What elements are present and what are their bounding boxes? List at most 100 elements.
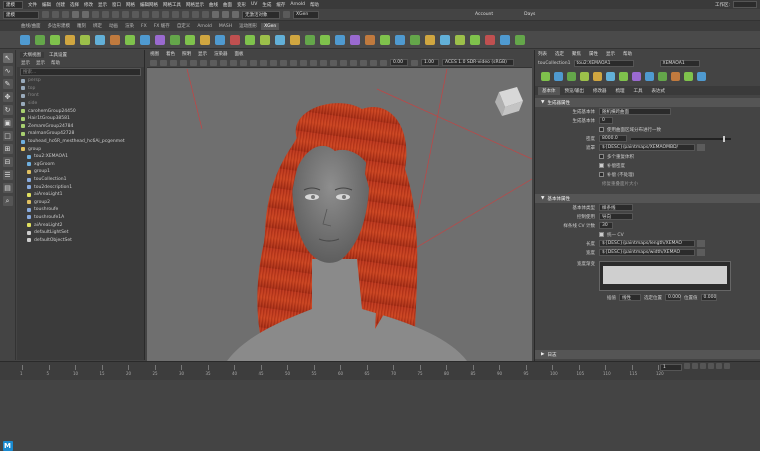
interp-dropdown[interactable]: 线性: [619, 294, 641, 301]
xgen-tool-icon[interactable]: [170, 34, 180, 45]
mode-dropdown[interactable]: 建模: [3, 10, 39, 19]
shelf-tab[interactable]: MASH: [215, 22, 236, 30]
outliner-item[interactable]: carohemGroup24450: [17, 107, 144, 115]
snap-curve-icon[interactable]: [172, 11, 179, 18]
xgen-tool-icon[interactable]: [290, 34, 300, 45]
xgen-tool-icon[interactable]: [20, 34, 30, 45]
single-view-icon[interactable]: □: [2, 131, 13, 141]
attr-menu-attributes[interactable]: 属性: [589, 51, 598, 57]
resolution-gate-icon[interactable]: [210, 59, 217, 66]
menu-item[interactable]: 编辑: [42, 2, 51, 8]
xray-components-icon[interactable]: [380, 59, 387, 66]
xgen-tool-icon[interactable]: [215, 34, 225, 45]
gamma-icon[interactable]: [411, 59, 418, 66]
scale-tool-icon[interactable]: ▣: [2, 118, 13, 128]
attr-menu-show[interactable]: 显示: [606, 51, 615, 57]
xgen-editor-icon[interactable]: [658, 71, 667, 81]
viewport-3d[interactable]: 视图 着色 照明 显示 渲染器 面板 0.00 1.00 ACES 1.0 SD…: [147, 50, 532, 361]
shelf-tab[interactable]: 绑定: [90, 22, 106, 30]
mode-selector[interactable]: 建模: [3, 0, 23, 9]
outliner-item[interactable]: ZemamGroup24784: [17, 123, 144, 131]
xgen-tool-icon[interactable]: [230, 34, 240, 45]
menu-item[interactable]: 缓存: [276, 2, 285, 8]
outliner-item[interactable]: tou2description1: [17, 183, 144, 191]
mask-field[interactable]: ${DESC}/paintmaps/XEMAOMBD/: [599, 144, 695, 151]
menu-item[interactable]: 创建: [56, 2, 65, 8]
menu-item[interactable]: 修改: [84, 2, 93, 8]
safe-action-icon[interactable]: [240, 59, 247, 66]
select-hierarchy-icon[interactable]: [92, 11, 99, 18]
mask-icon-4[interactable]: [152, 11, 159, 18]
attr-node-field-2[interactable]: XEMAOA1: [659, 59, 700, 67]
xgen-tool-icon[interactable]: [50, 34, 60, 45]
xgen-editor-icon[interactable]: [671, 71, 680, 81]
input-line-field[interactable]: 无激活对象: [242, 10, 280, 19]
undo-icon[interactable]: [72, 11, 79, 18]
xray-joints-icon[interactable]: [370, 59, 377, 66]
tab-expressions[interactable]: 表达式: [648, 87, 670, 95]
outliner-item[interactable]: Hair1tGroup38581: [17, 115, 144, 123]
rotate-tool-icon[interactable]: ↻: [2, 105, 13, 115]
xgen-tool-icon[interactable]: [515, 34, 525, 45]
go-to-start-icon[interactable]: [684, 363, 690, 369]
shelf-tab[interactable]: FX 缓存: [150, 22, 173, 30]
xgen-tool-icon[interactable]: [365, 34, 375, 45]
menu-item[interactable]: Arnold: [290, 2, 305, 7]
tab-primitives[interactable]: 基本体: [538, 86, 560, 95]
cv-field[interactable]: 30: [599, 222, 613, 229]
menu-item[interactable]: 曲面: [223, 2, 232, 8]
width-expr-button[interactable]: [697, 249, 705, 256]
xgen-tool-icon[interactable]: [470, 34, 480, 45]
xray-icon[interactable]: [360, 59, 367, 66]
motion-blur-icon[interactable]: [320, 59, 327, 66]
prim-type-dropdown[interactable]: 样条线: [599, 204, 633, 211]
select-tool-icon[interactable]: ↖: [2, 53, 13, 63]
menu-item[interactable]: 窗口: [112, 2, 121, 8]
outliner-icon[interactable]: ☰: [2, 170, 13, 180]
open-scene-icon[interactable]: [52, 11, 59, 18]
xgen-editor-icon[interactable]: [593, 71, 602, 81]
anti-alias-icon[interactable]: [330, 59, 337, 66]
xgen-tool-icon[interactable]: [425, 34, 435, 45]
render-icon[interactable]: [212, 11, 219, 18]
current-frame-field[interactable]: 1: [660, 364, 682, 371]
select-object-icon[interactable]: [102, 11, 109, 18]
xgen-tool-icon[interactable]: [80, 34, 90, 45]
image-plane-icon[interactable]: [180, 59, 187, 66]
camera-icon[interactable]: [150, 59, 157, 66]
xgen-tool-icon[interactable]: [395, 34, 405, 45]
repair-button[interactable]: 修复重叠面片大小: [599, 180, 641, 187]
outliner-item[interactable]: front: [17, 92, 144, 100]
xgen-tool-icon[interactable]: [305, 34, 315, 45]
xgen-tool-icon[interactable]: [35, 34, 45, 45]
layout-icon[interactable]: ⊟: [2, 157, 13, 167]
bookmark-icon[interactable]: [170, 59, 177, 66]
menu-item[interactable]: 网格工具: [163, 2, 181, 8]
position-field[interactable]: 0.000: [665, 294, 681, 301]
tab-groom[interactable]: 梳理: [612, 87, 629, 95]
mask-expr-button[interactable]: [697, 144, 705, 151]
shelf-tab[interactable]: 运动图形: [236, 22, 261, 30]
density-field[interactable]: 8000.0: [599, 135, 627, 142]
xgen-editor-icon[interactable]: [541, 71, 550, 81]
xgen-tool-icon[interactable]: [455, 34, 465, 45]
menu-item[interactable]: 编辑网格: [140, 2, 158, 8]
gen-mode-dropdown[interactable]: 随机横跨曲面: [599, 108, 671, 115]
value-field[interactable]: 0.000: [700, 294, 717, 301]
history-icon[interactable]: [202, 11, 209, 18]
outliner-item[interactable]: aiAreaLight2: [17, 221, 144, 229]
gate-mask-icon[interactable]: [220, 59, 227, 66]
xgen-editor-icon[interactable]: [684, 71, 693, 81]
outliner-item[interactable]: touhead_hc6R_mesthead_hc6Ai_pcgenmet: [17, 138, 144, 146]
section-generator[interactable]: ▼ 生成器属性: [535, 98, 760, 107]
xgen-editor-icon[interactable]: [580, 71, 589, 81]
shelf-tab[interactable]: 多边形建模: [44, 22, 74, 30]
attr-menu-focus[interactable]: 聚焦: [572, 51, 581, 57]
xgen-editor-icon[interactable]: [606, 71, 615, 81]
grid-icon[interactable]: [190, 59, 197, 66]
xgen-dropdown[interactable]: XGen: [293, 10, 319, 19]
menu-item[interactable]: 网格: [126, 2, 135, 8]
count-field[interactable]: 0: [599, 117, 613, 124]
save-scene-icon[interactable]: [62, 11, 69, 18]
xgen-tool-icon[interactable]: [260, 34, 270, 45]
